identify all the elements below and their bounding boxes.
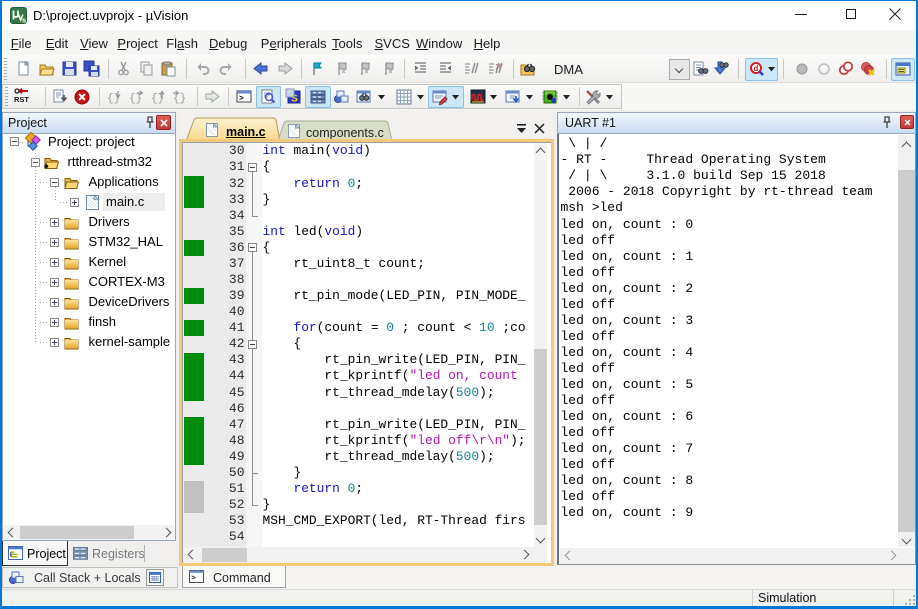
- svg-text:>: >: [191, 575, 196, 583]
- svg-text:>: >: [239, 95, 244, 104]
- svg-text:{}: {}: [173, 93, 186, 105]
- svg-text:d: d: [754, 64, 759, 73]
- svg-text:s: s: [22, 16, 26, 25]
- svg-text:RST: RST: [14, 95, 29, 104]
